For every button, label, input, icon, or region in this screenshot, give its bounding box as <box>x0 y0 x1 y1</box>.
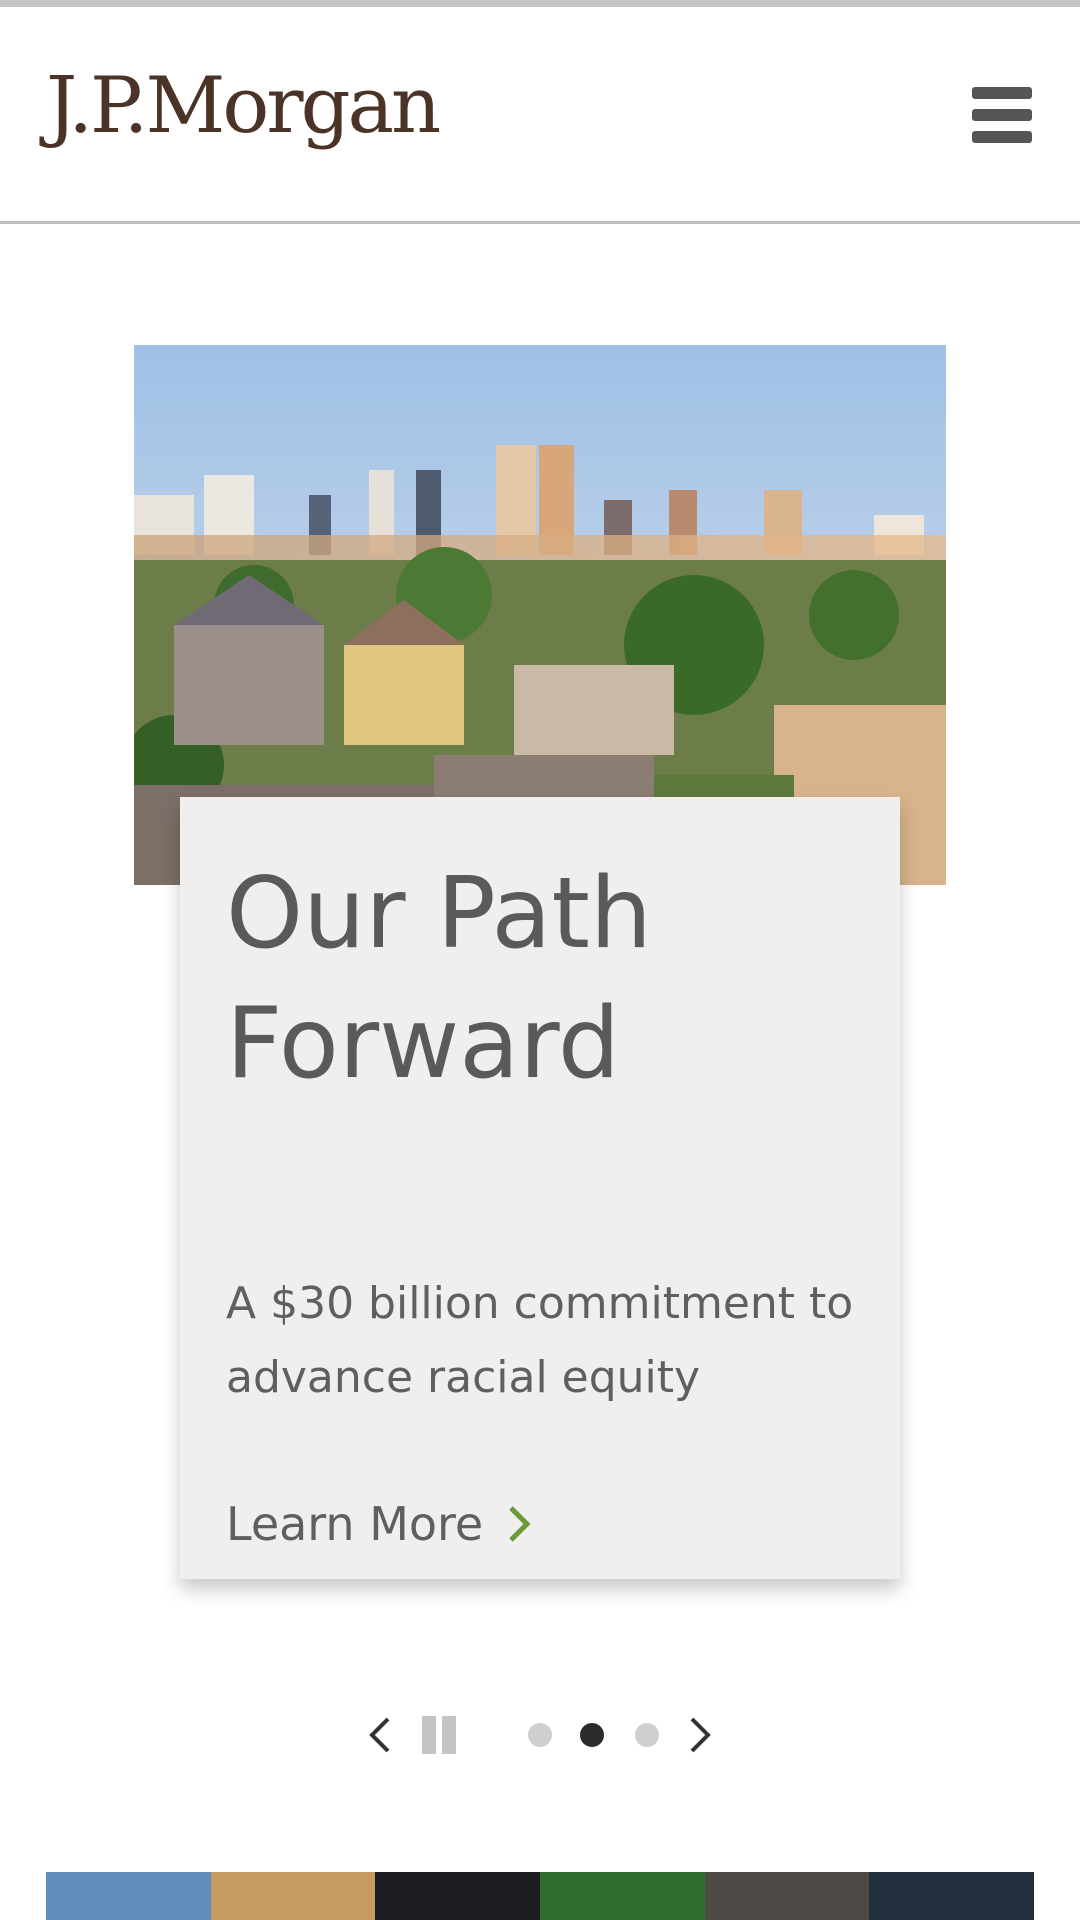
hero-description: A $30 billion commitment to advance raci… <box>226 1278 854 1403</box>
chevron-right-icon <box>509 1506 531 1542</box>
hamburger-menu-icon[interactable] <box>972 87 1036 145</box>
carousel-controls <box>360 1705 720 1765</box>
logo[interactable]: J.P.Morgan <box>46 67 441 145</box>
learn-more-label: Learn More <box>226 1497 484 1551</box>
carousel-dot-2[interactable] <box>580 1723 604 1747</box>
top-border <box>0 0 1080 7</box>
site-header: J.P.Morgan <box>0 7 1080 224</box>
hero-card: Our Path Forward A $30 billion commitmen… <box>180 797 900 1579</box>
carousel-dot-3[interactable] <box>635 1723 659 1747</box>
image-strip <box>46 1872 1034 1920</box>
carousel-dot-1[interactable] <box>528 1723 552 1747</box>
chevron-left-icon[interactable] <box>368 1715 392 1755</box>
learn-more-link[interactable]: Learn More <box>226 1497 531 1551</box>
hero-title: Our Path Forward <box>226 857 652 1101</box>
pause-icon[interactable] <box>420 1716 460 1754</box>
chevron-right-icon[interactable] <box>688 1715 712 1755</box>
